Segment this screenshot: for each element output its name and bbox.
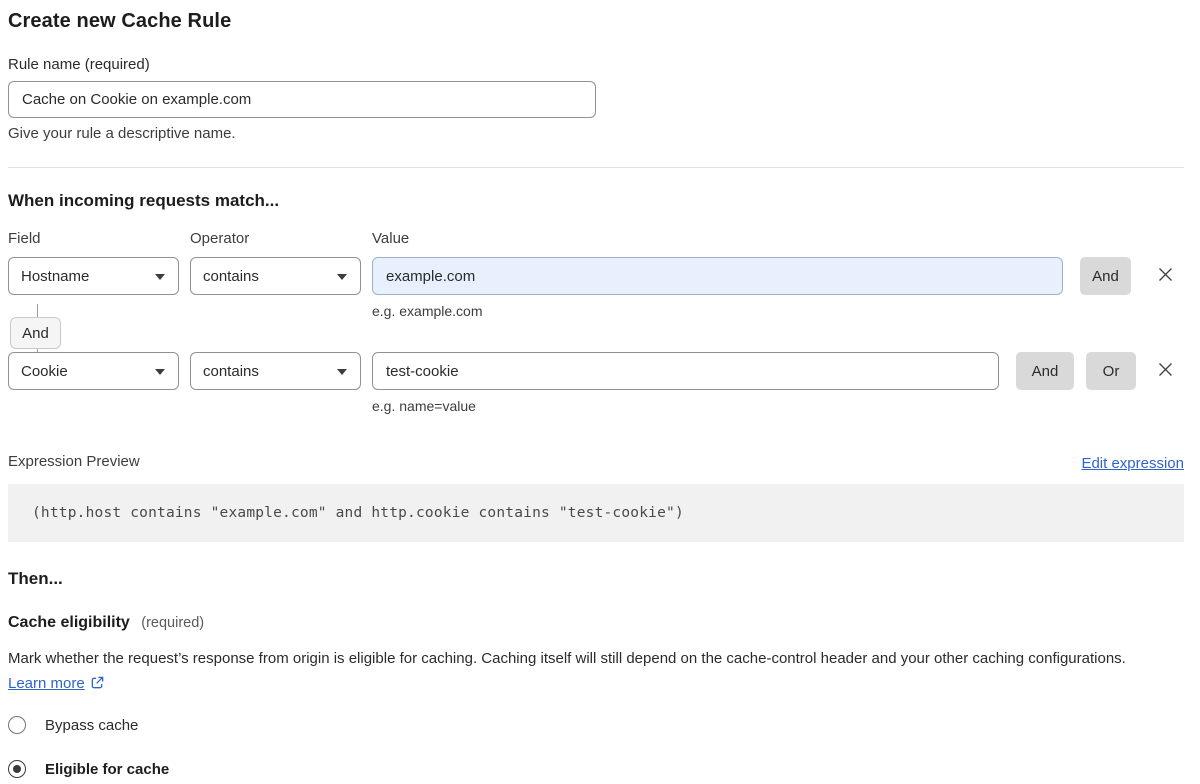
value-input-1[interactable] — [372, 257, 1063, 295]
required-note: (required) — [141, 615, 204, 631]
remove-condition-button-1[interactable] — [1153, 264, 1177, 288]
expression-preview-label: Expression Preview — [8, 452, 140, 472]
expression-preview-header: Expression Preview Edit expression — [8, 452, 1184, 472]
cache-eligibility-title: Cache eligibility — [8, 614, 130, 631]
connector-and-button[interactable]: And — [10, 317, 61, 349]
create-cache-rule-page: Create new Cache Rule Rule name (require… — [0, 0, 1192, 779]
chevron-down-icon — [155, 274, 165, 280]
value-input-2[interactable] — [372, 352, 999, 390]
add-or-condition-button-2[interactable]: Or — [1086, 352, 1136, 390]
page-title: Create new Cache Rule — [8, 7, 1176, 35]
add-and-condition-button-1[interactable]: And — [1080, 257, 1131, 295]
cache-eligibility-heading: Cache eligibility (required) — [8, 612, 1176, 634]
condition-rows: Hostname contains And e.g. example.com A… — [8, 257, 1184, 415]
field-select-2[interactable]: Cookie — [8, 352, 179, 390]
add-and-condition-button-2[interactable]: And — [1016, 352, 1074, 390]
value-hint-1: e.g. example.com — [372, 302, 1184, 320]
expression-preview-code-block: (http.host contains "example.com" and ht… — [8, 484, 1184, 542]
field-column-label: Field — [8, 229, 190, 248]
external-link-icon — [90, 673, 105, 698]
close-icon — [1156, 265, 1175, 287]
edit-expression-link[interactable]: Edit expression — [1081, 455, 1184, 472]
field-select-1-value: Hostname — [21, 268, 89, 285]
rule-name-helper: Give your rule a descriptive name. — [8, 124, 1176, 143]
operator-select-1-value: contains — [203, 268, 259, 285]
rule-name-label: Rule name (required) — [8, 55, 1176, 74]
operator-column-label: Operator — [190, 229, 372, 248]
then-heading: Then... — [8, 568, 1176, 590]
remove-condition-button-2[interactable] — [1153, 359, 1177, 383]
rule-name-input[interactable] — [8, 81, 596, 118]
section-divider — [8, 167, 1184, 168]
operator-select-1[interactable]: contains — [190, 257, 361, 295]
operator-select-2-value: contains — [203, 363, 259, 380]
field-select-1[interactable]: Hostname — [8, 257, 179, 295]
value-column-label: Value — [372, 229, 409, 248]
radio-unselected-icon[interactable] — [8, 716, 26, 734]
field-select-2-value: Cookie — [21, 363, 68, 380]
condition-row-1: Hostname contains And — [8, 257, 1184, 295]
radio-selected-icon[interactable] — [8, 760, 26, 778]
expression-code: (http.host contains "example.com" and ht… — [32, 505, 684, 521]
chevron-down-icon — [155, 369, 165, 375]
condition-column-labels: Field Operator Value — [8, 229, 1176, 248]
radio-label-bypass-cache: Bypass cache — [45, 717, 138, 734]
match-heading: When incoming requests match... — [8, 189, 1176, 212]
radio-option-bypass-cache[interactable]: Bypass cache — [8, 715, 1176, 735]
radio-label-eligible-for-cache: Eligible for cache — [45, 761, 169, 778]
close-icon — [1156, 360, 1175, 382]
cache-eligibility-description: Mark whether the request’s response from… — [8, 646, 1168, 698]
value-hint-2: e.g. name=value — [372, 397, 1184, 415]
condition-row-2: Cookie contains And Or — [8, 352, 1184, 390]
learn-more-link[interactable]: Learn more — [8, 675, 85, 692]
chevron-down-icon — [337, 369, 347, 375]
radio-option-eligible-for-cache[interactable]: Eligible for cache — [8, 759, 1176, 779]
chevron-down-icon — [337, 274, 347, 280]
operator-select-2[interactable]: contains — [190, 352, 361, 390]
